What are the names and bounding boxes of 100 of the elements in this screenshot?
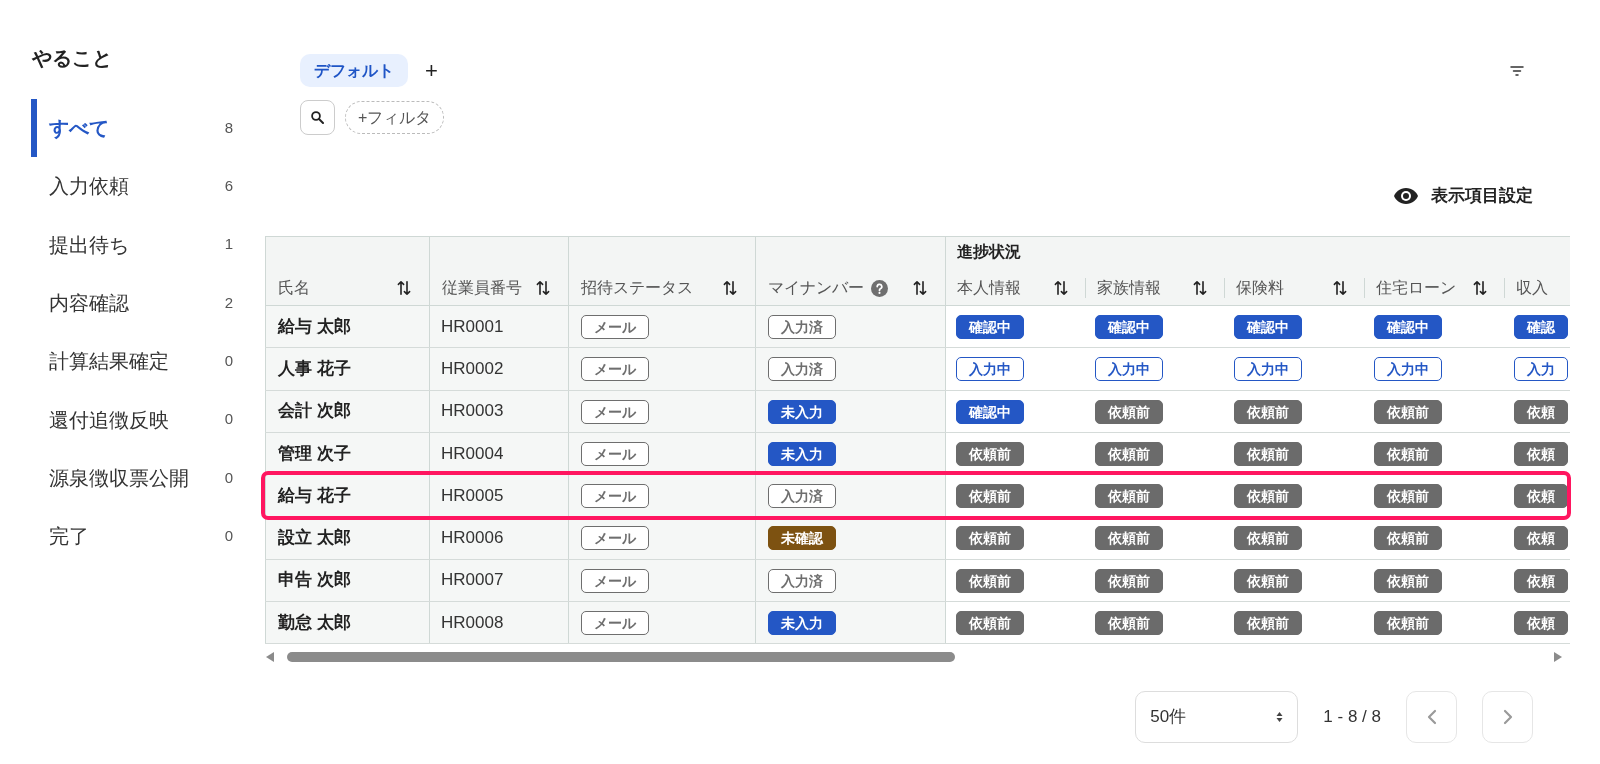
status-badge: 未入力: [768, 399, 836, 424]
column-header: 従業員番号: [442, 278, 522, 298]
add-view-button[interactable]: +: [420, 57, 443, 84]
invitation-badge: メール: [581, 568, 649, 593]
sort-icon[interactable]: [1472, 280, 1487, 296]
sort-icon[interactable]: [723, 280, 737, 296]
progress-badge: 確認: [1513, 315, 1568, 339]
progress-badge: 確認中: [1373, 315, 1442, 339]
invitation-badge: メール: [581, 315, 649, 339]
status-badge: 未確認: [768, 526, 836, 551]
sidebar-item[interactable]: 内容確認 2: [31, 273, 233, 333]
item-count: 6: [224, 176, 233, 197]
item-count: 8: [224, 117, 233, 138]
progress-badge: 依頼前: [956, 441, 1024, 466]
view-tab[interactable]: デフォルト: [300, 54, 408, 87]
progress-badge: 依頼前: [1233, 484, 1302, 508]
item-count: 0: [224, 467, 233, 488]
sidebar-item[interactable]: 提出待ち 1: [31, 215, 233, 274]
progress-badge: 依頼前: [956, 568, 1024, 593]
chevron-left-icon: [1426, 709, 1437, 725]
column-header: 招待ステータス: [581, 278, 693, 298]
employee-name: 給与 花子: [265, 474, 430, 517]
progress-badge: 依頼前: [1094, 568, 1163, 593]
add-filter-button[interactable]: +フィルタ: [345, 101, 445, 134]
item-count: 2: [224, 292, 233, 313]
invitation-badge: メール: [581, 484, 649, 508]
progress-badge: 依頼前: [1094, 441, 1163, 466]
scrollbar-thumb[interactable]: [287, 652, 955, 662]
progress-badge: 依頼: [1513, 484, 1568, 508]
invitation-badge: メール: [581, 610, 649, 635]
progress-badge: 依頼前: [1233, 441, 1302, 466]
item-count: 1: [224, 234, 233, 255]
search-icon: [311, 111, 324, 124]
invitation-badge: メール: [581, 357, 649, 382]
sidebar-item[interactable]: 完了 0: [31, 507, 233, 566]
scroll-right-icon[interactable]: [1554, 652, 1562, 662]
progress-badge: 依頼前: [956, 526, 1024, 551]
column-group-header: 進捗状況: [957, 242, 1021, 260]
item-count: 0: [224, 525, 233, 546]
scroll-left-icon[interactable]: [266, 652, 274, 662]
progress-badge: 入力: [1513, 357, 1568, 382]
invitation-badge: メール: [581, 526, 649, 551]
progress-badge: 依頼: [1513, 568, 1568, 593]
status-badge: 未入力: [768, 610, 836, 635]
progress-badge: 入力中: [956, 357, 1024, 382]
progress-badge: 確認中: [1094, 315, 1163, 339]
sort-icon[interactable]: [536, 280, 550, 296]
progress-badge: 依頼: [1513, 526, 1568, 551]
progress-badge: 依頼前: [1373, 610, 1442, 635]
status-badge: 入力済: [768, 315, 836, 339]
employee-number: HR0001: [429, 305, 569, 348]
progress-badge: 依頼前: [956, 610, 1024, 635]
progress-badge: 入力中: [1373, 357, 1442, 382]
column-header: 保険料: [1235, 278, 1284, 298]
page-range: 1 - 8 / 8: [1323, 706, 1381, 729]
status-badge: 入力済: [768, 484, 836, 508]
help-icon[interactable]: [871, 279, 888, 297]
sidebar-item[interactable]: 源泉徴収票公開 0: [31, 448, 233, 508]
progress-badge: 依頼前: [1373, 568, 1442, 593]
progress-badge: 依頼前: [1233, 526, 1302, 551]
progress-badge: 依頼前: [956, 484, 1024, 508]
progress-badge: 依頼前: [1233, 399, 1302, 424]
sort-icon[interactable]: [1053, 280, 1068, 296]
sidebar-item[interactable]: 計算結果確定 0: [31, 332, 233, 391]
progress-badge: 依頼: [1513, 610, 1568, 635]
employee-name: 申告 次郎: [265, 559, 430, 602]
progress-badge: 依頼: [1513, 399, 1568, 424]
filter-icon[interactable]: [1510, 65, 1524, 76]
eye-icon: [1393, 187, 1419, 205]
employee-name: 給与 太郎: [265, 305, 430, 348]
sidebar-title: やること: [32, 46, 112, 71]
status-badge: 入力済: [768, 357, 836, 382]
up-down-icon: [1276, 711, 1284, 723]
column-header: 住宅ローン: [1375, 278, 1456, 298]
progress-badge: 依頼前: [1233, 610, 1302, 635]
page-size-select[interactable]: 50件: [1135, 691, 1299, 743]
search-button[interactable]: [300, 100, 335, 135]
sidebar-item[interactable]: 入力依頼 6: [31, 157, 233, 216]
sidebar-item[interactable]: すべて 8: [31, 99, 233, 158]
employee-number: HR0008: [429, 601, 569, 644]
progress-badge: 確認中: [1233, 315, 1302, 339]
progress-badge: 依頼前: [1094, 526, 1163, 551]
progress-badge: 依頼: [1513, 441, 1568, 466]
progress-badge: 確認中: [956, 399, 1024, 424]
sort-icon[interactable]: [397, 280, 411, 296]
employee-number: HR0003: [429, 390, 569, 433]
sidebar-item[interactable]: 還付追徴反映 0: [31, 390, 233, 449]
column-header: 氏名: [278, 278, 310, 298]
sort-icon[interactable]: [1192, 280, 1207, 296]
employee-number: HR0005: [429, 474, 569, 517]
sort-icon[interactable]: [1332, 280, 1347, 296]
column-settings-button[interactable]: 表示項目設定: [1393, 184, 1533, 208]
sort-icon[interactable]: [913, 280, 927, 296]
status-badge: 未入力: [768, 441, 836, 466]
item-count: 0: [224, 409, 233, 430]
progress-badge: 依頼前: [1373, 484, 1442, 508]
employee-number: HR0007: [429, 559, 569, 602]
progress-badge: 依頼前: [1094, 610, 1163, 635]
progress-badge: 依頼前: [1233, 568, 1302, 593]
progress-badge: 依頼前: [1373, 399, 1442, 424]
